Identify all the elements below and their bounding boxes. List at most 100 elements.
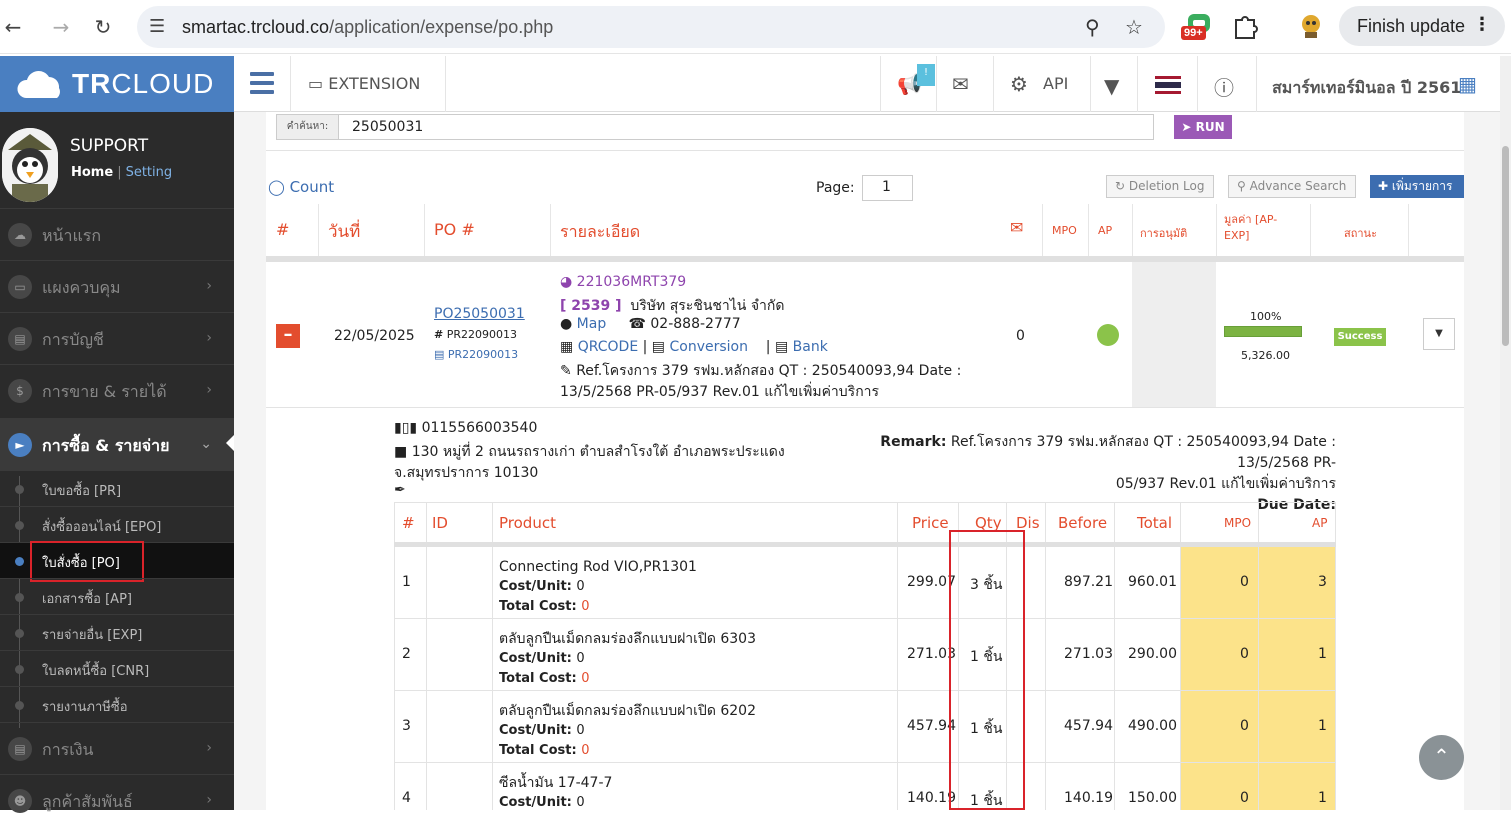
address-line-1: ■ 130 หมู่ที่ 2 ถนนรถรางเก่า ตำบลสำโรงใต… [394,444,785,460]
run-button[interactable]: ➤ RUN [1174,115,1232,139]
thai-flag-icon[interactable] [1155,76,1181,94]
bank-icon: ▤ [8,737,32,761]
sidebar-subitem-exp[interactable]: รายจ่ายอื่น [EXP] [0,614,234,650]
cart-icon: ► [8,433,32,457]
list-icon: ▤ [651,339,666,355]
sidebar: SUPPORT Home | Setting ☁ หน้าแรก ▭ แผงควบค… [0,112,234,813]
item-row[interactable]: 2 ตลับลูกปืนเม็ดกลมร่องลึกแบบฝาเปิด 6303… [394,619,1336,691]
plug-icon[interactable]: ⚙ [1010,72,1028,96]
address-line-2: จ.สมุทรปราการ 10130 [394,465,539,481]
active-indicator [226,435,234,451]
address-bar[interactable]: ☰ smartac.trcloud.co/application/expense… [137,6,1165,48]
sidebar-subitem-epo[interactable]: สั่งซื้อออนไลน์ [EPO] [0,506,234,542]
page-scrollbar[interactable] [1500,56,1511,810]
barcode-icon: ▮▯▮ [394,420,418,436]
browser-toolbar: ← → ↻ ☰ smartac.trcloud.co/application/e… [0,0,1511,54]
links-line: ▦ QRCODE | ▤ Conversion | ▤ Bank [560,339,828,355]
puzzle-icon[interactable] [1232,12,1258,40]
progress-percent: 100% [1250,310,1282,323]
chevron-right-icon: › [206,792,212,808]
profile-avatar-icon[interactable] [1298,12,1324,40]
search-icon: ⚲ [1237,179,1246,193]
contact-line: ● Map ☎ 02-888-2777 [560,316,741,332]
qty-highlight-box [949,530,1025,810]
row-actions-dropdown[interactable]: ▼ [1423,318,1455,350]
bank-link[interactable]: Bank [793,339,828,355]
sidebar-item-home[interactable]: ☁ หน้าแรก [0,208,234,260]
qrcode-icon: ▦ [560,339,574,355]
company-name[interactable]: สมาร์ทเทอร์มินอล ปี 2561 [1272,76,1461,101]
main-content: คำค้นหา: 25050031 ➤ RUN ◯ Count Page: 1 … [234,112,1500,810]
logo[interactable]: TRCLOUD [0,56,234,112]
item-row[interactable]: 3 ตลับลูกปืนเม็ดกลมร่องลึกแบบฝาเปิด 6202… [394,691,1336,763]
home-link[interactable]: Home [71,165,113,180]
site-info-icon[interactable]: ☰ [149,16,165,37]
count-link[interactable]: ◯ Count [268,178,334,196]
map-marker-icon: ● [560,316,573,332]
items-header-product: Product [499,502,556,542]
items-header-id: ID [432,502,448,542]
profile-name: SUPPORT [70,136,149,156]
attachment-icon[interactable]: ✒ [394,482,406,498]
scroll-to-top-button[interactable]: ⌃ [1419,735,1464,780]
finish-update-button[interactable]: Finish update ⋮ [1339,6,1505,46]
dollar-icon: $ [8,379,32,403]
pr-link[interactable]: ▤ PR22090013 [434,348,518,361]
url-text[interactable]: smartac.trcloud.co/application/expense/p… [182,17,553,38]
add-button[interactable]: ✚ เพิ่มรายการ [1370,175,1464,198]
sidebar-subitem-pr[interactable]: ใบขอซื้อ [PR] [0,470,234,506]
vendor-line: [ 2539 ] บริษัท สุระชินชาไน่ จำกัด [560,298,785,314]
mail-icon[interactable]: ✉ [952,72,969,96]
collapse-button[interactable]: – [276,324,300,348]
comment-icon: ✎ [560,363,572,379]
bank-icon: ▤ [774,339,789,355]
items-header-total: Total [1137,502,1173,542]
refresh-circle-icon: ◯ [268,178,285,196]
setting-link[interactable]: Setting [126,165,173,180]
sidebar-subitem-po[interactable]: ใบสั่งซื้อ [PO] [0,541,234,582]
menu-toggle-icon[interactable] [250,72,274,94]
advance-search-button[interactable]: ⚲ Advance Search [1228,175,1356,198]
conversion-link[interactable]: Conversion [669,339,748,355]
caret-down-icon[interactable]: ▼ [1104,74,1119,98]
avatar[interactable] [2,128,58,202]
qrcode-link[interactable]: QRCODE [578,339,638,355]
sidebar-item-finance[interactable]: ▤ การเงิน › [0,722,234,774]
sidebar-subitem-ap[interactable]: เอกสารซื้อ [AP] [0,578,234,614]
page-input[interactable]: 1 [862,175,913,201]
sidebar-item-crm[interactable]: ☻ ลูกค้าสัมพันธ์ › [0,774,234,826]
profile-links: Home | Setting [71,165,173,180]
phone-icon: ☎ [628,316,646,332]
po-row[interactable]: – 22/05/2025 PO25050031 # PR22090013 ▤ P… [266,262,1464,408]
project-code[interactable]: ◕ 221036MRT379 [560,274,686,290]
zoom-icon[interactable]: ⚲ [1085,15,1100,39]
tax-id: ▮▯▮ 0115566003540 [394,420,538,436]
building-icon[interactable]: ▦ [1458,72,1477,96]
back-icon[interactable]: ← [0,14,26,40]
book-icon: ▤ [8,327,32,351]
sidebar-item-purchasing[interactable]: ► การซื้อ & รายจ่าย ⌄ [0,418,234,470]
sidebar-item-accounting[interactable]: ▤ การบัญชี › [0,312,234,364]
api-menu[interactable]: API [1043,74,1068,93]
help-icon[interactable]: ⓘ [1214,72,1234,101]
sidebar-subitem-cnr[interactable]: ใบลดหนี้ซื้อ [CNR] [0,650,234,686]
po-number-link[interactable]: PO25050031 [434,306,525,322]
chevron-right-icon: › [206,740,212,756]
sidebar-item-sales[interactable]: $ การขาย & รายได้ › [0,364,234,416]
items-header-price: Price [912,502,949,542]
sidebar-subitem-tax-report[interactable]: รายงานภาษีซื้อ [0,686,234,722]
items-header-before: Before [1058,502,1108,542]
forward-icon[interactable]: → [48,14,74,40]
bookmark-star-icon[interactable]: ☆ [1125,15,1143,39]
search-input[interactable]: คำค้นหา: 25050031 [276,114,1154,140]
deletion-log-button[interactable]: ↻ Deletion Log [1106,175,1214,198]
item-row[interactable]: 4 ซีลน้ำมัน 17-47-7 Cost/Unit: 0 140.19 1… [394,763,1336,810]
map-link[interactable]: Map [577,316,607,332]
amount: 5,326.00 [1241,349,1290,362]
more-vert-icon: ⋮ [1473,14,1491,35]
extension-menu[interactable]: ▭ EXTENSION [308,74,420,93]
sidebar-item-dashboard[interactable]: ▭ แผงควบคุม › [0,260,234,312]
reload-icon[interactable]: ↻ [90,14,116,40]
app-header: TRCLOUD ▭ EXTENSION 📢 ! ✉ ⚙ API ▼ ⓘ สมาร… [0,56,1500,112]
item-row[interactable]: 1 Connecting Rod VIO,PR1301 Cost/Unit: 0T… [394,547,1336,619]
